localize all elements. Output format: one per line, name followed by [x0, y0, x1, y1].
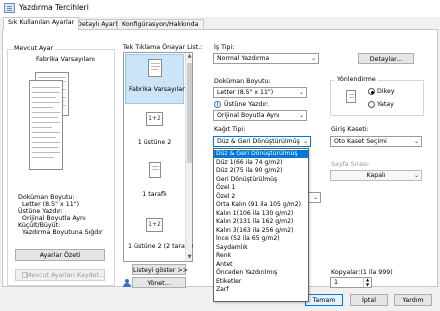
preset-item-1-sided[interactable]: 1 taraflı [125, 160, 184, 202]
print-on-select[interactable]: Orijinal Boyutla Aynı ⌄ [213, 110, 307, 121]
user-icon [123, 279, 131, 287]
page-order-select[interactable]: Kapalı ⌄ [330, 170, 422, 181]
doc-size-value: Letter (8.5" x 11") [217, 89, 274, 96]
paper-option-color[interactable]: Renk [214, 252, 308, 260]
print-on-value: Orijinal Boyutla Aynı [217, 112, 280, 119]
preset-name: Fabrika Varsayılanı [36, 56, 95, 63]
cancel-button[interactable]: İptal [350, 294, 388, 306]
paper-option-preprinted[interactable]: Önceden Yazdırılmış [214, 269, 308, 277]
details-button[interactable]: Detaylar... [358, 53, 414, 64]
paper-option-medium-thick[interactable]: Orta Kalın (91 ila 105 g/m2) [214, 201, 308, 209]
save-current-settings-button: Mevcut Ayarları Kaydet... [15, 269, 105, 281]
landscape-radio[interactable] [368, 101, 375, 108]
document-preview [27, 72, 73, 172]
preset-item-2-up[interactable]: 1+2 1 üstüne 2 [125, 108, 184, 150]
landscape-label: Yatay [377, 101, 394, 108]
job-type-label: İş Tipi: [214, 44, 235, 51]
scroll-thumb[interactable] [187, 63, 192, 163]
paper-option-thick-3[interactable]: Kalın 3(163 ila 256 g/m2) [214, 227, 308, 235]
ok-button[interactable]: Tamam [305, 294, 343, 306]
doc-size-select[interactable]: Letter (8.5" x 11") ⌄ [213, 87, 307, 98]
chevron-down-icon: ⌄ [298, 89, 304, 96]
summary-doc-size-label: Doküman Boyutu: [18, 194, 75, 201]
paper-option-special-1[interactable]: Özel 1 [214, 184, 308, 192]
summary-doc-size-value: Letter (8.5" x 11") [22, 201, 80, 208]
print-on-label: Üstüne Yazdır: [224, 101, 269, 108]
preset-item-label: 1 üstüne 2 (2 taraflı) [128, 243, 194, 250]
document-stack-icon [29, 80, 63, 170]
orientation-label: Yönlendirme [335, 76, 378, 83]
show-list-button[interactable]: Listeyi göster >> [132, 264, 188, 275]
page-order-label: Sayfa Sırası: [331, 161, 371, 168]
summary-zoom-label: Küçült/Büyüt: [18, 222, 61, 229]
scroll-down-icon[interactable]: ▼ [186, 254, 193, 261]
save-icon [22, 272, 28, 278]
paper-option-special-2[interactable]: Özel 2 [214, 193, 308, 201]
manage-button[interactable]: Yönet... [132, 277, 186, 288]
chevron-down-icon: ⌄ [413, 138, 419, 145]
portrait-radio[interactable] [368, 88, 375, 95]
paper-type-dropdown-list[interactable]: Düz & Geri Dönüştürülmüş Düz 1(66 ila 74… [213, 148, 309, 302]
help-button[interactable]: Yardım [394, 294, 432, 306]
page-order-value: Kapalı [366, 172, 386, 179]
paper-option-plain-2[interactable]: Düz 2(75 ila 90 g/m2) [214, 167, 308, 175]
settings-summary-button[interactable]: Ayarlar Özeti [15, 249, 105, 261]
input-tray-select[interactable]: Oto Kaset Seçimi ⌄ [330, 136, 422, 147]
paper-option-thin[interactable]: İnce (52 ila 65 g/m2) [214, 235, 308, 243]
paper-option-recycled[interactable]: Geri Dönüştürülmüş [214, 176, 308, 184]
paper-type-select[interactable]: Düz & Geri Dönüştürülmüş ⌄ [213, 136, 311, 147]
copies-input[interactable]: 1 ▲ ▼ [330, 277, 372, 288]
input-tray-label: Giriş Kaseti: [331, 126, 369, 133]
one-click-preset-label: Tek Tıklama Önayar List.: [123, 44, 203, 51]
paper-type-label: Kağıt Tipi: [214, 126, 246, 133]
chevron-down-icon: ⌄ [312, 194, 318, 201]
single-page-icon [149, 162, 161, 178]
paper-option-labels[interactable]: Etiketler [214, 278, 308, 286]
job-type-select[interactable]: Normal Yazdırma ⌄ [213, 53, 319, 64]
summary-print-on-value: Orijinal Boyutla Aynı [22, 215, 86, 222]
summary-print-on-label: Üstüne Yazdır: [18, 208, 63, 215]
paper-option-transparency[interactable]: Saydamlık [214, 244, 308, 252]
orientation-group [330, 80, 424, 116]
tab-frequent-settings[interactable]: Sık Kullanılan Ayarlar [3, 17, 80, 30]
doc-size-label: Doküman Boyutu: [214, 78, 271, 85]
preset-item-label: 1 üstüne 2 [137, 139, 172, 146]
save-current-settings-label: Mevcut Ayarları Kaydet... [26, 272, 105, 279]
copies-value: 1 [334, 279, 339, 286]
chevron-down-icon: ⌄ [310, 55, 316, 62]
chevron-down-icon: ⌄ [302, 138, 308, 145]
chevron-down-icon: ⌄ [298, 112, 304, 119]
info-icon: i [214, 101, 221, 108]
two-up-duplex-icon: 1+2 [146, 218, 163, 232]
current-settings-label: Mevcut Ayar [12, 45, 56, 52]
scroll-up-icon[interactable]: ▲ [186, 53, 193, 60]
preset-item-label: Fabrika Varsayılanı [129, 86, 188, 93]
paper-type-value: Düz & Geri Dönüştürülmüş [217, 138, 300, 145]
paper-option-thick-2[interactable]: Kalın 2(131 ila 162 g/m2) [214, 218, 308, 226]
paper-option-thick-1[interactable]: Kalın 1(106 ila 130 g/m2) [214, 210, 308, 218]
copies-label: Kopyalar:(1 ila 999) [331, 269, 393, 276]
chevron-down-icon: ⌄ [413, 172, 419, 179]
paper-option-letterhead[interactable]: Antet [214, 261, 308, 269]
summary-zoom-value: Yazdırma Boyutuna Sığdır [22, 229, 103, 236]
preset-item-2-up-duplex[interactable]: 1+2 1 üstüne 2 (2 taraflı) [125, 212, 194, 254]
preset-item-factory-default[interactable]: Fabrika Varsayılanı [125, 54, 188, 104]
window-title: Yazdırma Tercihleri [19, 3, 89, 12]
paper-option-plain-recycled[interactable]: Düz & Geri Dönüştürülmüş [214, 150, 308, 159]
printer-icon [4, 3, 15, 13]
job-type-value: Normal Yazdırma [217, 55, 270, 62]
spin-arrows-icon[interactable]: ▲ ▼ [363, 277, 371, 287]
two-up-icon: 1+2 [146, 112, 163, 126]
preset-item-label: 1 taraflı [142, 191, 167, 198]
portrait-label: Dikey [377, 88, 395, 95]
preset-list-scrollbar[interactable]: ▲ ▼ [185, 53, 192, 261]
page-icon [148, 59, 162, 77]
paper-option-plain-1[interactable]: Düz 1(66 ila 74 g/m2) [214, 159, 308, 167]
portrait-page-icon [346, 90, 356, 103]
title-bar: Yazdırma Tercihleri [0, 0, 440, 17]
paper-option-envelope[interactable]: Zarf [214, 286, 308, 294]
input-tray-value: Oto Kaset Seçimi [334, 138, 387, 145]
